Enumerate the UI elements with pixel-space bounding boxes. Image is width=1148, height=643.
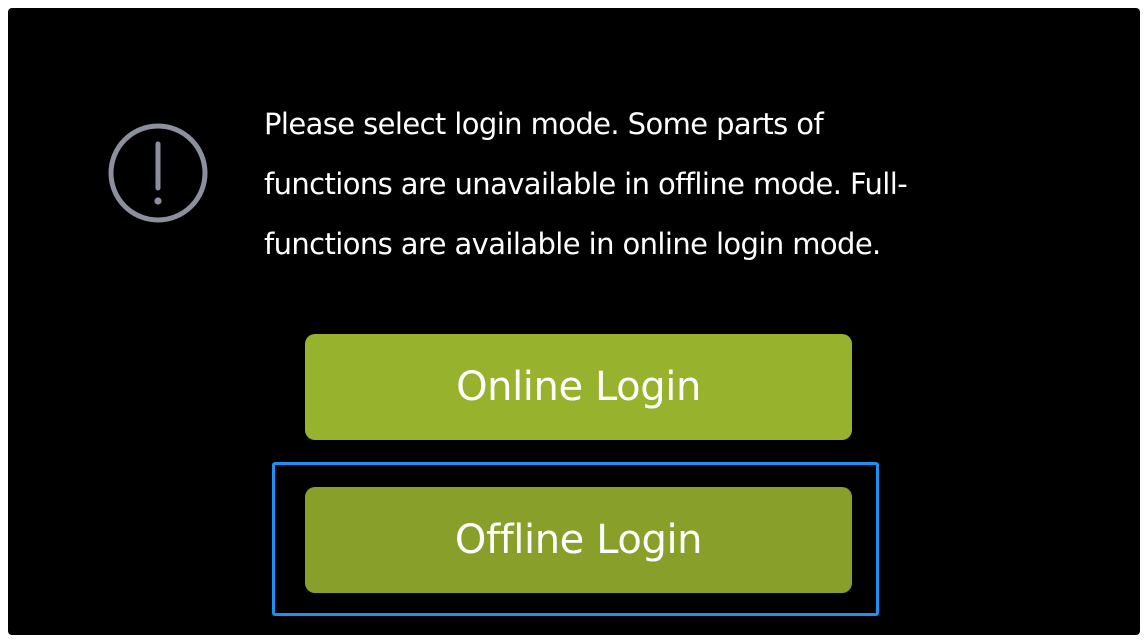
online-login-button[interactable]: Online Login (305, 334, 852, 440)
online-login-label: Online Login (456, 364, 701, 410)
exclamation-circle-icon (98, 122, 218, 224)
dialog-message: Please select login mode. Some parts of … (264, 107, 908, 261)
offline-login-label: Offline Login (454, 517, 703, 563)
offline-login-button[interactable]: Offline Login (305, 487, 852, 593)
login-mode-dialog: Please select login mode. Some parts of … (8, 8, 1140, 635)
